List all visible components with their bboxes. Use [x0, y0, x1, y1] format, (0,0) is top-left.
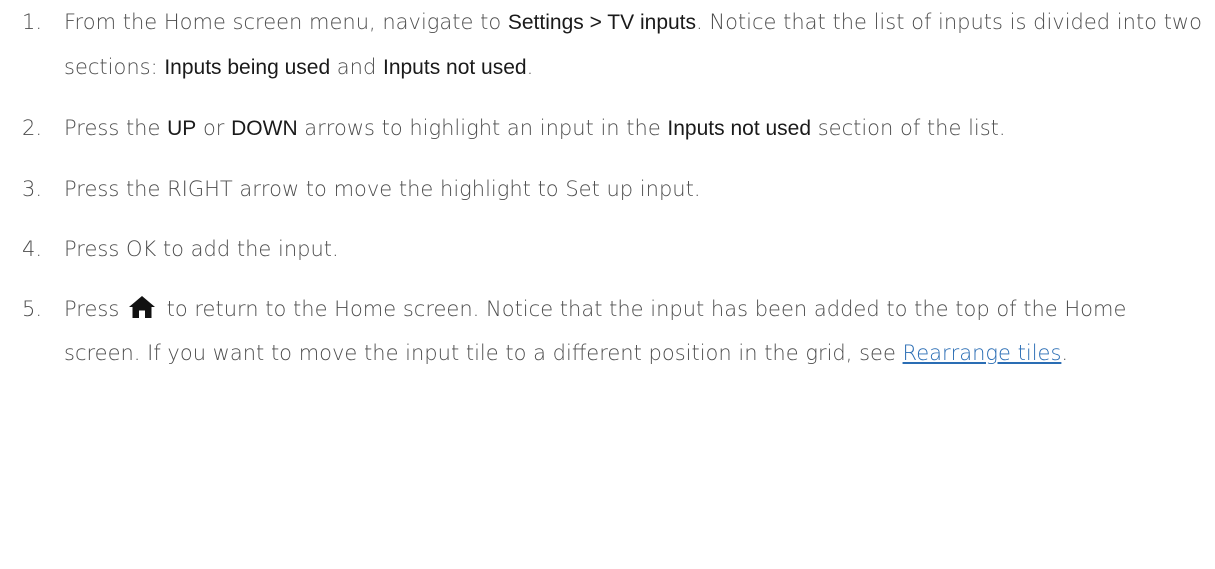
step-text: From the Home screen menu, navigate to [64, 10, 508, 34]
step-text: Press [64, 297, 126, 321]
step-5: 5. Press to return to the Home screen. N… [22, 287, 1207, 375]
step-text: . [1061, 341, 1069, 365]
section-name: Inputs being used [164, 56, 331, 79]
step-number: 1. [22, 10, 43, 34]
rearrange-tiles-link[interactable]: Rearrange tiles [903, 341, 1062, 365]
step-2: 2. Press the UP or DOWN arrows to highli… [22, 106, 1207, 151]
section-name: Inputs not used [382, 56, 527, 79]
section-name: Inputs not used [667, 117, 812, 140]
step-text: arrows to highlight an input in the [297, 116, 668, 140]
step-text: Press the RIGHT arrow to move the highli… [64, 177, 701, 201]
home-icon [128, 290, 156, 318]
step-3: 3. Press the RIGHT arrow to move the hig… [22, 167, 1207, 211]
step-number: 4. [22, 237, 43, 261]
menu-path: Settings > TV inputs [507, 11, 697, 34]
step-1: 1. From the Home screen menu, navigate t… [22, 0, 1207, 90]
instruction-list: 1. From the Home screen menu, navigate t… [22, 0, 1207, 391]
key-name: DOWN [231, 117, 298, 140]
step-text: and [330, 55, 383, 79]
step-text: Press OK to add the input. [64, 237, 339, 261]
step-text: or [196, 116, 232, 140]
step-text: Press the [64, 116, 168, 140]
step-number: 3. [22, 177, 43, 201]
step-number: 2. [22, 116, 43, 140]
step-4: 4. Press OK to add the input. [22, 227, 1207, 271]
step-number: 5. [22, 297, 43, 321]
key-name: UP [167, 117, 197, 140]
step-text: section of the list. [811, 116, 1006, 140]
step-text: . [526, 55, 534, 79]
